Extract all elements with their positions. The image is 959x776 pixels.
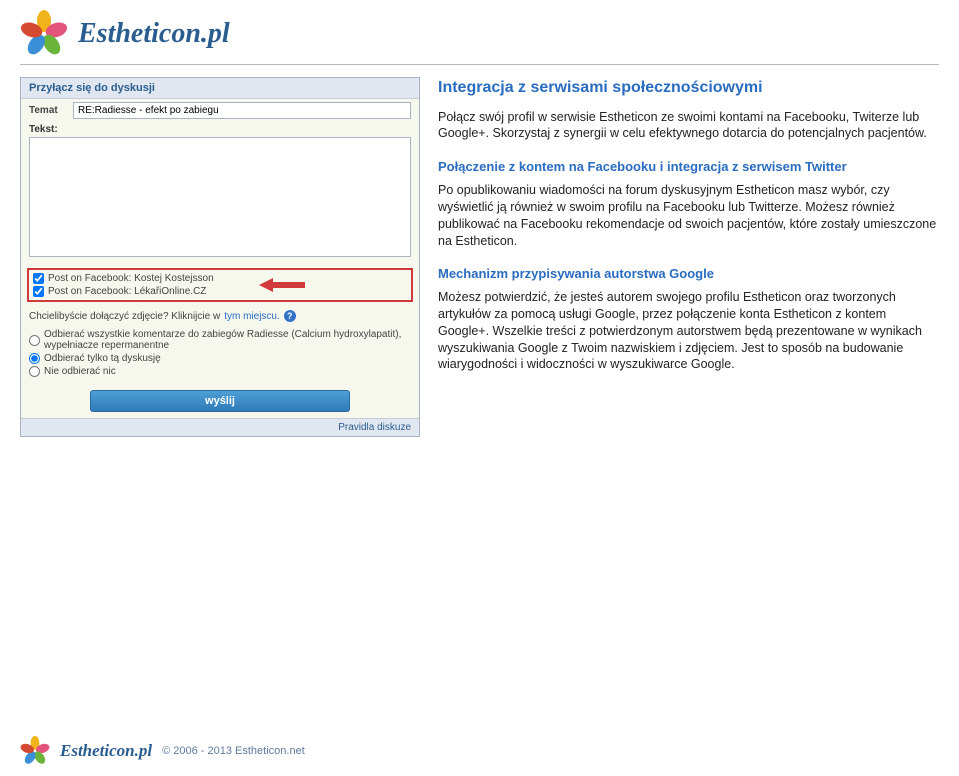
post-fb-row-1: Post on Facebook: Kostej Kostejsson xyxy=(33,272,407,285)
subscribe-label-2: Odbierać tylko tą dyskusję xyxy=(44,353,161,364)
discussion-rules-link[interactable]: Pravidla diskuze xyxy=(21,418,419,436)
logo-flower-icon xyxy=(20,10,68,58)
page-header: Estheticon.pl xyxy=(0,0,959,64)
subject-label: Temat xyxy=(29,105,67,116)
footer-copyright: © 2006 - 2013 Estheticon.net xyxy=(162,745,305,757)
post-fb-row-2: Post on Facebook: LékařiOnline.CZ xyxy=(33,285,407,298)
subject-input[interactable] xyxy=(73,102,411,119)
form-title: Przyłącz się do dyskusji xyxy=(21,78,419,99)
main-content: Przyłącz się do dyskusji Temat Tekst: Po… xyxy=(0,77,959,437)
article-intro: Połącz swój profil w serwisie Estheticon… xyxy=(438,109,939,143)
help-icon[interactable]: ? xyxy=(284,310,296,322)
post-fb-label-2: Post on Facebook: LékařiOnline.CZ xyxy=(48,286,206,297)
form-screenshot-column: Przyłącz się do dyskusji Temat Tekst: Po… xyxy=(20,77,420,437)
discussion-form: Przyłącz się do dyskusji Temat Tekst: Po… xyxy=(20,77,420,437)
red-arrow-icon xyxy=(259,278,305,292)
attach-link[interactable]: tym miejscu. xyxy=(224,311,280,322)
page-footer: Estheticon.pl © 2006 - 2013 Estheticon.n… xyxy=(0,736,959,766)
text-row: Tekst: xyxy=(21,122,419,266)
section-body-fb-twitter: Po opublikowaniu wiadomości na forum dys… xyxy=(438,182,939,250)
footer-brand: Estheticon.pl xyxy=(60,741,152,761)
subscribe-option-3: Nie odbierać nic xyxy=(29,365,411,378)
send-button[interactable]: wyślij xyxy=(90,390,350,412)
header-divider xyxy=(20,64,939,65)
post-fb-checkbox-1[interactable] xyxy=(33,273,44,284)
section-body-google: Możesz potwierdzić, że jesteś autorem sw… xyxy=(438,289,939,373)
post-fb-label-1: Post on Facebook: Kostej Kostejsson xyxy=(48,273,214,284)
footer-logo-flower-icon xyxy=(20,736,50,766)
article-heading: Integracja z serwisami społecznościowymi xyxy=(438,77,939,99)
brand-title: Estheticon.pl xyxy=(78,18,230,50)
attach-photo-line: Chcielibyście dołączyć zdjęcie? Kliknijc… xyxy=(21,306,419,326)
subscribe-options: Odbierać wszystkie komentarze do zabiegó… xyxy=(21,326,419,384)
facebook-post-highlight-box: Post on Facebook: Kostej Kostejsson Post… xyxy=(27,268,413,302)
subscribe-option-1: Odbierać wszystkie komentarze do zabiegó… xyxy=(29,328,411,352)
subscribe-radio-3[interactable] xyxy=(29,366,40,377)
subject-row: Temat xyxy=(21,99,419,122)
text-label: Tekst: xyxy=(29,124,411,135)
subscribe-radio-2[interactable] xyxy=(29,353,40,364)
post-fb-checkbox-2[interactable] xyxy=(33,286,44,297)
message-textarea[interactable] xyxy=(29,137,411,257)
subscribe-label-1: Odbierać wszystkie komentarze do zabiegó… xyxy=(44,329,411,351)
subscribe-option-2: Odbierać tylko tą dyskusję xyxy=(29,352,411,365)
section-heading-fb-twitter: Połączenie z kontem na Facebooku i integ… xyxy=(438,158,939,176)
article-column: Integracja z serwisami społecznościowymi… xyxy=(438,77,939,437)
section-heading-google: Mechanizm przypisywania autorstwa Google xyxy=(438,265,939,283)
subscribe-radio-1[interactable] xyxy=(29,335,40,346)
attach-text: Chcielibyście dołączyć zdjęcie? Kliknijc… xyxy=(29,311,220,322)
send-bar: wyślij xyxy=(21,384,419,418)
subscribe-label-3: Nie odbierać nic xyxy=(44,366,116,377)
